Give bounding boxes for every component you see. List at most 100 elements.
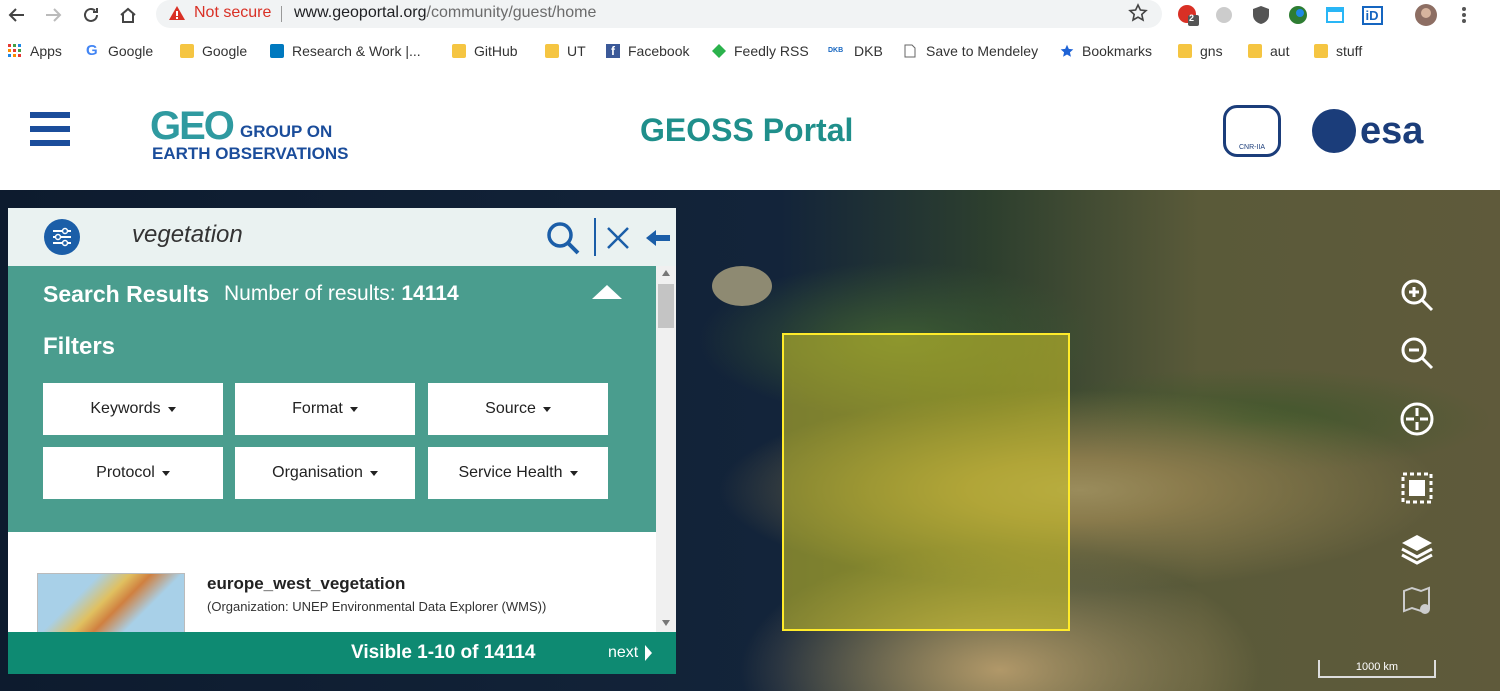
bookmark-google[interactable]: G Google: [86, 41, 153, 61]
bookmark-label: Research & Work |...: [292, 43, 421, 59]
home-icon: [120, 7, 136, 23]
extension-window-icon[interactable]: [1323, 3, 1347, 27]
bookmark-google-folder[interactable]: Google: [180, 41, 247, 61]
bookmark-label: DKB: [854, 43, 883, 59]
site-header: GEO GROUP ON EARTH OBSERVATIONS GEOSS Po…: [0, 72, 1500, 190]
results-count: Number of results: 14114: [224, 282, 459, 306]
menu-hamburger-icon[interactable]: [30, 112, 70, 152]
bookmark-facebook[interactable]: f Facebook: [606, 41, 689, 61]
list-item[interactable]: europe_west_vegetation (Organization: UN…: [8, 548, 656, 635]
caret-down-icon: [569, 470, 578, 476]
result-thumbnail[interactable]: [37, 573, 185, 635]
bookmark-bookmarks[interactable]: Bookmarks: [1060, 41, 1152, 61]
filter-protocol-dropdown[interactable]: Protocol: [43, 447, 223, 499]
security-label[interactable]: Not secure: [194, 4, 271, 22]
area-of-interest-box[interactable]: [782, 333, 1070, 631]
result-title[interactable]: europe_west_vegetation: [207, 574, 405, 594]
pager-status: Visible 1-10 of 14114: [351, 642, 536, 663]
back-button[interactable]: [4, 2, 30, 28]
filter-source-dropdown[interactable]: Source: [428, 383, 608, 435]
next-page-button[interactable]: next: [608, 644, 653, 662]
url-path: /community/guest/home: [426, 4, 597, 21]
cnr-logo[interactable]: CNR-IIA: [1223, 105, 1281, 157]
bookmark-dkb[interactable]: DKB DKB: [828, 41, 883, 61]
extension-globe-icon[interactable]: [1286, 3, 1310, 27]
scroll-thumb[interactable]: [658, 284, 674, 328]
caret-down-icon: [542, 406, 551, 412]
advanced-search-button[interactable]: [44, 219, 80, 255]
draw-area-icon[interactable]: [1396, 467, 1438, 509]
extension-circle-icon[interactable]: [1212, 3, 1236, 27]
zoom-in-icon[interactable]: [1396, 274, 1438, 316]
cnr-logo-text: CNR-IIA: [1238, 144, 1266, 151]
extension-adblock-icon[interactable]: 2: [1176, 3, 1200, 27]
browser-menu-icon[interactable]: [1452, 3, 1476, 27]
bookmark-stuff[interactable]: stuff: [1314, 41, 1362, 61]
url-text[interactable]: www.geoportal.org/community/guest/home: [294, 4, 596, 22]
arrow-left-icon: [8, 8, 24, 22]
arrow-right-icon: [46, 8, 62, 22]
clear-search-icon[interactable]: [598, 218, 638, 258]
extension-shield-icon[interactable]: [1249, 3, 1273, 27]
google-icon: G: [86, 42, 98, 59]
bookmark-label: Apps: [30, 43, 62, 59]
esa-logo[interactable]: esa: [1312, 108, 1423, 154]
home-button[interactable]: [115, 2, 141, 28]
zoom-out-icon[interactable]: [1396, 332, 1438, 374]
profile-avatar[interactable]: [1414, 3, 1438, 27]
collapse-filters-icon[interactable]: [592, 285, 622, 299]
dkb-icon: DKB: [828, 47, 844, 54]
bookmark-mendeley[interactable]: Save to Mendeley: [904, 41, 1038, 61]
reload-button[interactable]: [78, 2, 104, 28]
scroll-down-icon[interactable]: [662, 620, 670, 626]
layers-icon[interactable]: [1396, 528, 1438, 570]
center-map-icon[interactable]: [1396, 398, 1438, 440]
filter-label: Format: [292, 400, 343, 417]
filter-keywords-dropdown[interactable]: Keywords: [43, 383, 223, 435]
bookmark-label: Google: [108, 43, 154, 59]
scroll-up-icon[interactable]: [662, 270, 670, 276]
filter-service-health-dropdown[interactable]: Service Health: [428, 447, 608, 499]
filter-format-dropdown[interactable]: Format: [235, 383, 415, 435]
search-results-header: Search Results Number of results: 14114 …: [8, 266, 656, 532]
search-icon[interactable]: [543, 218, 583, 258]
results-count-value: 14114: [401, 282, 459, 305]
search-bar: vegetation: [8, 208, 676, 266]
extension-id-icon[interactable]: iD: [1360, 3, 1384, 27]
forward-button[interactable]: [40, 2, 66, 28]
bookmark-label: Feedly RSS: [734, 43, 809, 59]
folder-icon: [1314, 44, 1328, 58]
bookmark-ut[interactable]: UT: [545, 41, 586, 61]
geo-logo-text-line2: EARTH OBSERVATIONS: [152, 144, 349, 163]
url-domain: www.geoportal.org: [294, 4, 427, 21]
bookmark-feedly[interactable]: Feedly RSS: [712, 41, 809, 61]
extension-badge: 2: [1189, 13, 1195, 23]
filter-label: Protocol: [96, 464, 155, 481]
folder-icon: [452, 44, 466, 58]
warning-icon: [168, 5, 186, 26]
filter-organisation-dropdown[interactable]: Organisation: [235, 447, 415, 499]
page-icon: [904, 44, 918, 58]
bookmark-research-work[interactable]: Research & Work |...: [270, 41, 421, 61]
bookmark-apps[interactable]: Apps: [8, 41, 62, 61]
portal-title[interactable]: GEOSS Portal: [640, 112, 853, 149]
results-scrollbar[interactable]: [656, 266, 676, 632]
address-bar[interactable]: Not secure www.geoportal.org/community/g…: [156, 0, 1162, 28]
bookmark-github[interactable]: GitHub: [452, 41, 518, 61]
bookmark-label: UT: [567, 43, 586, 59]
bookmark-label: Bookmarks: [1082, 43, 1153, 59]
folder-icon: [1248, 44, 1262, 58]
result-organization: (Organization: UNEP Environmental Data E…: [207, 599, 547, 614]
caret-down-icon: [161, 470, 170, 476]
bookmark-aut[interactable]: aut: [1248, 41, 1289, 61]
collapse-panel-icon[interactable]: [638, 218, 678, 258]
bookmark-star-icon[interactable]: [1128, 3, 1148, 28]
folder-icon: [1178, 44, 1192, 58]
folder-icon: [545, 44, 559, 58]
map-settings-icon[interactable]: [1396, 580, 1438, 622]
esa-emblem-icon: [1312, 109, 1356, 153]
search-input[interactable]: vegetation: [132, 221, 243, 249]
bookmark-gns[interactable]: gns: [1178, 41, 1223, 61]
bookmark-label: Facebook: [628, 43, 690, 59]
filter-label: Organisation: [272, 464, 363, 481]
